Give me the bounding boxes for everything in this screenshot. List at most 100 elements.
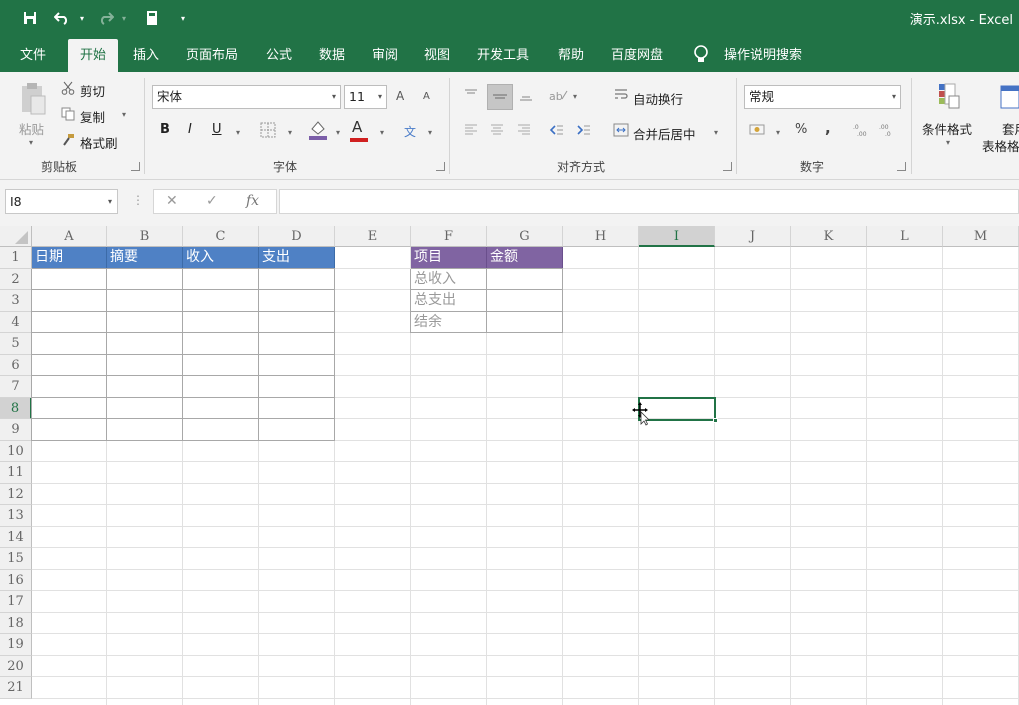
tab-view[interactable]: 视图 — [412, 39, 462, 72]
align-right-icon[interactable] — [515, 121, 533, 139]
fill-handle[interactable] — [713, 418, 718, 423]
copy-button[interactable]: 复制 — [80, 107, 105, 126]
cell-g1[interactable]: 金额 — [487, 247, 563, 269]
cell-f1[interactable]: 项目 — [411, 247, 487, 269]
format-painter-button[interactable]: 格式刷 — [80, 133, 118, 152]
underline-button[interactable]: U — [212, 122, 222, 137]
row-header-14[interactable]: 14 — [0, 526, 32, 548]
tab-page-layout[interactable]: 页面布局 — [174, 39, 250, 72]
row-header-7[interactable]: 7 — [0, 376, 32, 398]
row-header-4[interactable]: 4 — [0, 311, 32, 333]
tab-review[interactable]: 审阅 — [360, 39, 410, 72]
number-format-select[interactable]: 常规 ▾ — [744, 85, 901, 109]
row-header-12[interactable]: 12 — [0, 483, 32, 505]
column-header-m[interactable]: M — [943, 226, 1019, 247]
align-middle-button[interactable] — [487, 84, 513, 110]
paste-dropdown-icon[interactable]: ▾ — [29, 138, 33, 147]
alignment-launcher-icon[interactable] — [723, 162, 732, 171]
currency-icon[interactable] — [748, 121, 768, 139]
italic-button[interactable]: I — [188, 122, 192, 137]
formula-input[interactable] — [279, 189, 1019, 214]
row-header-16[interactable]: 16 — [0, 569, 32, 591]
row-header-18[interactable]: 18 — [0, 612, 32, 634]
row-header-5[interactable]: 5 — [0, 333, 32, 355]
font-name-select[interactable]: 宋体 ▾ — [152, 85, 341, 109]
grow-font-button[interactable]: A — [396, 89, 404, 103]
cell-a1[interactable]: 日期 — [32, 247, 107, 269]
column-header-b[interactable]: B — [107, 226, 183, 247]
tab-help[interactable]: 帮助 — [546, 39, 596, 72]
font-size-select[interactable]: 11 ▾ — [344, 85, 387, 109]
column-header-g[interactable]: G — [487, 226, 563, 247]
cell-f4[interactable]: 结余 — [411, 312, 487, 334]
column-header-k[interactable]: K — [791, 226, 867, 247]
cut-button[interactable]: 剪切 — [80, 81, 105, 100]
phonetic-dropdown-icon[interactable]: ▾ — [428, 128, 432, 137]
row-header-19[interactable]: 19 — [0, 634, 32, 656]
increase-decimal-icon[interactable]: .0.00 — [852, 121, 870, 139]
borders-dropdown-icon[interactable]: ▾ — [288, 128, 292, 137]
merge-dropdown-icon[interactable]: ▾ — [714, 128, 718, 137]
conditional-format-icon[interactable] — [932, 82, 964, 112]
font-launcher-icon[interactable] — [436, 162, 445, 171]
paste-label[interactable]: 粘贴 — [19, 119, 44, 138]
column-header-c[interactable]: C — [183, 226, 259, 247]
row-header-10[interactable]: 10 — [0, 440, 32, 462]
row-header-9[interactable]: 9 — [0, 419, 32, 441]
column-header-d[interactable]: D — [259, 226, 335, 247]
tab-formulas[interactable]: 公式 — [254, 39, 304, 72]
row-header-11[interactable]: 11 — [0, 462, 32, 484]
paste-icon[interactable] — [18, 82, 48, 116]
percent-button[interactable]: % — [795, 122, 807, 137]
row-header-15[interactable]: 15 — [0, 548, 32, 570]
tell-me-search[interactable]: 操作说明搜索 — [712, 39, 814, 72]
tab-data[interactable]: 数据 — [307, 39, 357, 72]
undo-icon[interactable] — [52, 8, 72, 28]
column-header-l[interactable]: L — [867, 226, 943, 247]
tab-file[interactable]: 文件 — [8, 39, 58, 72]
select-all-corner[interactable] — [0, 226, 32, 247]
bold-button[interactable]: B — [160, 122, 170, 137]
column-header-h[interactable]: H — [563, 226, 639, 247]
currency-dropdown-icon[interactable]: ▾ — [776, 128, 780, 137]
undo-dropdown-icon[interactable]: ▾ — [76, 8, 88, 28]
wrap-text-button[interactable]: 自动换行 — [633, 89, 683, 108]
shrink-font-button[interactable]: A — [423, 91, 430, 102]
cancel-icon[interactable]: ✕ — [166, 193, 178, 209]
row-header-2[interactable]: 2 — [0, 268, 32, 290]
font-color-button[interactable]: A — [352, 118, 362, 136]
table-format-button-line2[interactable]: 表格格 — [982, 136, 1019, 155]
name-box[interactable]: I8 ▾ — [5, 189, 118, 214]
column-header-i[interactable]: I — [639, 226, 715, 247]
tab-baidu-netdisk[interactable]: 百度网盘 — [599, 39, 675, 72]
row-header-6[interactable]: 6 — [0, 354, 32, 376]
cell-b1[interactable]: 摘要 — [107, 247, 183, 269]
fill-color-icon[interactable] — [308, 119, 328, 141]
orientation-icon[interactable]: ab — [548, 86, 568, 104]
fill-color-dropdown-icon[interactable]: ▾ — [336, 128, 340, 137]
column-header-j[interactable]: J — [715, 226, 791, 247]
table-format-icon[interactable] — [998, 82, 1019, 112]
lightbulb-icon[interactable] — [692, 44, 710, 64]
column-header-a[interactable]: A — [32, 226, 107, 247]
font-color-dropdown-icon[interactable]: ▾ — [380, 128, 384, 137]
align-bottom-icon[interactable] — [517, 86, 535, 104]
cell-f3[interactable]: 总支出 — [411, 290, 487, 312]
redo-dropdown-icon[interactable]: ▾ — [118, 8, 130, 28]
customize-toolbar-icon[interactable]: ▾ — [176, 8, 190, 28]
save-icon[interactable] — [20, 8, 40, 28]
orientation-dropdown-icon[interactable]: ▾ — [573, 92, 577, 101]
conditional-format-dropdown-icon[interactable]: ▾ — [946, 138, 950, 147]
conditional-format-button[interactable]: 条件格式 — [922, 119, 972, 138]
phonetic-button[interactable]: 文 — [404, 123, 416, 140]
number-launcher-icon[interactable] — [897, 162, 906, 171]
cell-c1[interactable]: 收入 — [183, 247, 259, 269]
align-left-icon[interactable] — [462, 121, 480, 139]
worksheet-grid[interactable]: ABCDEFGHIJKLM 1 2 3 4 5 6 7 8 9 10 11 12 13 14 15 16 17 1… — [0, 226, 1019, 705]
comma-button[interactable]: , — [825, 119, 831, 137]
tab-developer[interactable]: 开发工具 — [465, 39, 541, 72]
cell-f2[interactable]: 总收入 — [411, 269, 487, 291]
cell-d1[interactable]: 支出 — [259, 247, 335, 269]
borders-icon[interactable] — [259, 121, 277, 139]
insert-function-icon[interactable]: fx — [246, 193, 259, 209]
